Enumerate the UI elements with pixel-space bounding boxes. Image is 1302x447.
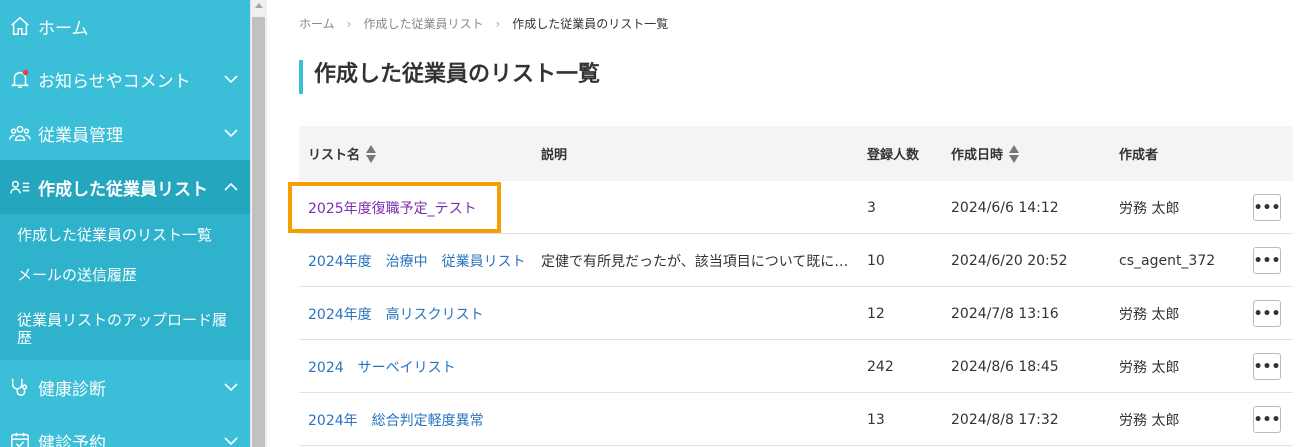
chevron-down-icon xyxy=(224,75,238,84)
sidebar-item-label: お知らせやコメント xyxy=(38,71,191,92)
column-header-created-at[interactable]: 作成日時 xyxy=(951,126,1020,181)
column-header-label: 作成日時 xyxy=(951,148,1004,163)
sidebar-subitem-mail-history[interactable]: メールの送信履歴 xyxy=(0,254,250,294)
table-header: リスト名 説明 登録人数 作成日時 作成者 xyxy=(299,126,1293,181)
list-description xyxy=(541,340,853,393)
row-more-button[interactable]: ••• xyxy=(1253,300,1281,327)
sidebar-item-health-checkup[interactable]: 健康診断 xyxy=(0,360,250,414)
breadcrumb-separator: › xyxy=(495,16,501,31)
table-row: 2025年度復職予定_テスト 3 2024/6/6 14:12 労務 太郎 ••… xyxy=(299,181,1293,234)
stethoscope-icon xyxy=(8,375,32,399)
chevron-up-icon xyxy=(224,182,238,191)
sidebar-subitem-list-overview[interactable]: 作成した従業員のリスト一覧 xyxy=(0,214,250,254)
list-name-link[interactable]: 2024年度 治療中 従業員リスト xyxy=(308,234,526,287)
column-header-label: 説明 xyxy=(541,148,568,163)
breadcrumb-current: 作成した従業員のリスト一覧 xyxy=(512,17,669,31)
list-description xyxy=(541,287,853,340)
row-more-button[interactable]: ••• xyxy=(1253,247,1281,274)
breadcrumb-parent[interactable]: 作成した従業員リスト xyxy=(363,15,483,32)
creator: 労務 太郎 xyxy=(1119,306,1180,323)
sidebar-item-label: 健康診断 xyxy=(38,379,106,400)
registered-count: 13 xyxy=(867,411,885,428)
registered-count: 3 xyxy=(867,199,876,216)
sidebar-item-label: ホーム xyxy=(38,18,89,39)
sidebar: ホーム お知らせやコメント 従業員管理 作成した従業員リスト 作成した従業員のリ… xyxy=(0,0,250,447)
row-more-button[interactable]: ••• xyxy=(1253,353,1281,380)
sidebar-item-label: 作成した従業員リスト xyxy=(38,179,208,200)
bell-icon xyxy=(8,67,32,91)
created-at: 2024/6/6 14:12 xyxy=(951,199,1059,216)
sort-icon[interactable] xyxy=(366,144,377,163)
sidebar-item-label: 健診予約 xyxy=(38,433,106,447)
table-row: 2024年 総合判定軽度異常 13 2024/8/8 17:32 労務 太郎 •… xyxy=(299,393,1293,446)
creator: 労務 太郎 xyxy=(1119,412,1180,429)
sidebar-item-home[interactable]: ホーム xyxy=(0,0,250,52)
registered-count: 10 xyxy=(867,252,885,269)
chevron-down-icon xyxy=(224,437,238,446)
created-at: 2024/6/20 20:52 xyxy=(951,252,1068,269)
list-name-link[interactable]: 2024年 総合判定軽度異常 xyxy=(308,393,484,446)
home-icon xyxy=(8,14,32,38)
created-at: 2024/7/8 13:16 xyxy=(951,305,1059,322)
table-row: 2024年度 治療中 従業員リスト 定健で有所見だったが、該当項目について既に…… xyxy=(299,234,1293,287)
breadcrumb-home[interactable]: ホーム xyxy=(299,15,335,32)
page-title: 作成した従業員のリスト一覧 xyxy=(299,60,600,94)
registered-count: 242 xyxy=(867,358,894,375)
chevron-down-icon xyxy=(224,383,238,392)
sidebar-subitem-upload-history[interactable]: 従業員リストのアップロード履歴 xyxy=(0,294,250,360)
creator: cs_agent_372 xyxy=(1119,252,1216,269)
registered-count: 12 xyxy=(867,305,885,322)
calendar-check-icon xyxy=(8,429,32,447)
column-header-label: 登録人数 xyxy=(867,148,920,163)
sidebar-subnav: 作成した従業員のリスト一覧 メールの送信履歴 従業員リストのアップロード履歴 xyxy=(0,214,250,360)
people-icon xyxy=(8,121,32,145)
created-at: 2024/8/6 18:45 xyxy=(951,358,1059,375)
sort-icon[interactable] xyxy=(1009,144,1020,163)
table-row: 2024年度 高リスクリスト 12 2024/7/8 13:16 労務 太郎 •… xyxy=(299,287,1293,340)
created-at: 2024/8/8 17:32 xyxy=(951,411,1059,428)
list-name-link[interactable]: 2024年度 高リスクリスト xyxy=(308,287,484,340)
creator: 労務 太郎 xyxy=(1119,359,1180,376)
list-name-link[interactable]: 2024 サーベイリスト xyxy=(308,340,456,393)
row-more-button[interactable]: ••• xyxy=(1253,406,1281,433)
column-header-description: 説明 xyxy=(541,126,567,181)
breadcrumb-separator: › xyxy=(346,16,352,31)
sidebar-item-checkup-reservation[interactable]: 健診予約 xyxy=(0,414,250,447)
list-description xyxy=(541,181,853,234)
sidebar-item-employee-lists[interactable]: 作成した従業員リスト xyxy=(0,160,250,214)
scroll-up-arrow-icon[interactable] xyxy=(255,3,263,8)
column-header-name[interactable]: リスト名 xyxy=(308,126,377,181)
creator: 労務 太郎 xyxy=(1119,200,1180,217)
main-content: ホーム › 作成した従業員リスト › 作成した従業員のリスト一覧 作成した従業員… xyxy=(267,0,1302,447)
row-more-button[interactable]: ••• xyxy=(1253,194,1281,221)
sidebar-scrollbar-thumb[interactable] xyxy=(252,17,265,447)
column-header-label: 作成者 xyxy=(1119,148,1159,163)
table-row: 2024 サーベイリスト 242 2024/8/6 18:45 労務 太郎 ••… xyxy=(299,340,1293,393)
column-header-label: リスト名 xyxy=(308,148,361,163)
chevron-down-icon xyxy=(224,129,238,138)
list-description xyxy=(541,393,853,446)
list-name-link[interactable]: 2025年度復職予定_テスト xyxy=(308,181,477,234)
breadcrumb: ホーム › 作成した従業員リスト › 作成した従業員のリスト一覧 xyxy=(299,15,668,32)
column-header-count: 登録人数 xyxy=(867,126,919,181)
employee-list-table: リスト名 説明 登録人数 作成日時 作成者 2025年度復職予定_テスト 3 2… xyxy=(299,126,1293,446)
sidebar-item-notifications[interactable]: お知らせやコメント xyxy=(0,52,250,106)
list-description: 定健で有所見だったが、該当項目について既に… xyxy=(541,253,849,270)
person-list-icon xyxy=(8,175,32,199)
column-header-creator: 作成者 xyxy=(1119,126,1158,181)
sidebar-item-label: 従業員管理 xyxy=(38,125,123,146)
sidebar-item-employees[interactable]: 従業員管理 xyxy=(0,106,250,160)
